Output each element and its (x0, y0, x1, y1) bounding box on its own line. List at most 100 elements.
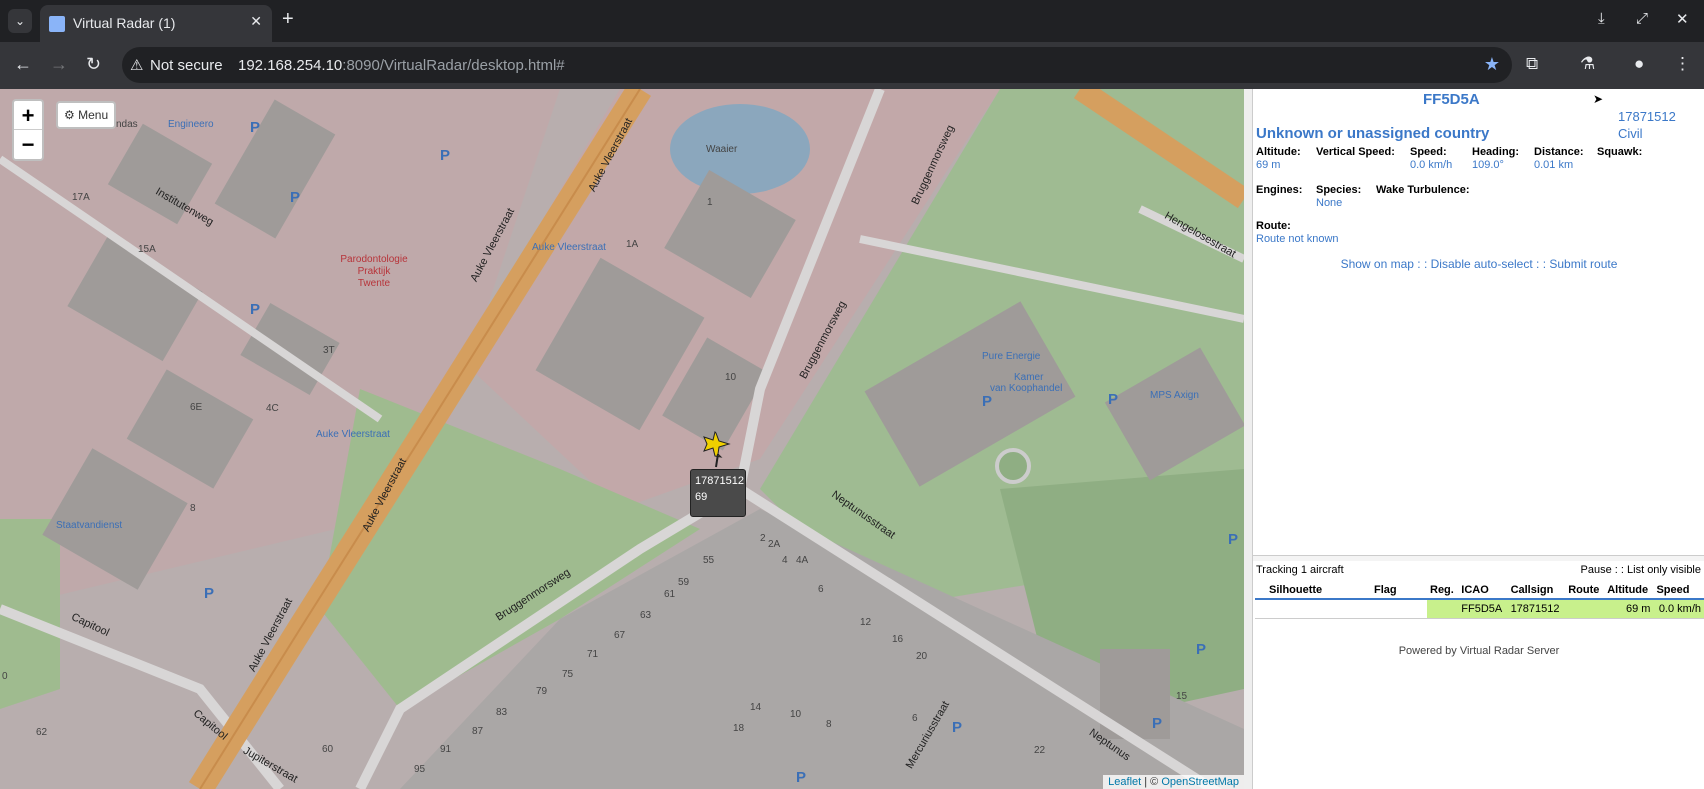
house-number: 16 (892, 634, 904, 645)
panel-splitter[interactable] (1244, 89, 1252, 789)
field-label: Speed: (1410, 146, 1447, 158)
not-secure-label[interactable]: Not secure (150, 57, 223, 74)
page: + − ⚙ Menu Engineero ndas Waaier Institu… (0, 89, 1704, 789)
link-separator: : : (1413, 257, 1431, 271)
osm-link[interactable]: OpenStreetMap (1161, 776, 1239, 788)
warning-icon: ⚠ (130, 57, 144, 74)
aircraft-list: Silhouette Flag Reg. ICAO Callsign Route… (1255, 582, 1704, 619)
back-icon[interactable]: ← (14, 54, 32, 75)
new-tab-button[interactable]: + (282, 8, 294, 31)
house-number: 18 (733, 723, 745, 734)
field-engines: Engines: (1256, 184, 1302, 196)
more-menu-icon[interactable]: ⋮ (1674, 54, 1691, 74)
table-row[interactable]: FF5D5A 17871512 69 m 0.0 km/h (1255, 599, 1704, 619)
download-icon[interactable]: ⤓ (1598, 10, 1605, 27)
profile-icon[interactable]: ● (1634, 54, 1644, 74)
reload-icon[interactable]: ↻ (86, 54, 101, 75)
tab-search-chevron-icon[interactable]: ⌄ (8, 9, 32, 33)
parking-icon: P (1108, 391, 1119, 408)
field-heading: Heading: 109.0° (1472, 146, 1519, 171)
col-route[interactable]: Route (1565, 582, 1605, 600)
show-on-map-link[interactable]: Show on map (1341, 257, 1414, 271)
field-wake-turbulence: Wake Turbulence: (1376, 184, 1470, 196)
map-label: Pure Energie (982, 351, 1041, 362)
cell-flag (1371, 599, 1427, 619)
field-squawk: Squawk: (1597, 146, 1642, 158)
col-flag[interactable]: Flag (1371, 582, 1427, 600)
leaflet-link[interactable]: Leaflet (1108, 776, 1141, 788)
zoom-out-button[interactable]: − (14, 130, 42, 159)
tab-close-icon[interactable]: ✕ (250, 13, 262, 30)
house-number: 2 (760, 533, 766, 544)
window-close-icon[interactable]: ✕ (1676, 10, 1689, 28)
map-label: Kamer (1014, 372, 1044, 383)
tab-title: Virtual Radar (1) (73, 15, 176, 31)
field-value: 109.0° (1472, 159, 1504, 171)
disable-auto-select-link[interactable]: Disable auto-select (1431, 257, 1533, 271)
field-species: Species: None (1316, 184, 1361, 209)
field-label: Distance: (1534, 146, 1584, 158)
house-number: 62 (36, 727, 48, 738)
field-label: Species: (1316, 184, 1362, 196)
col-icao[interactable]: ICAO (1458, 582, 1508, 600)
field-value: Route not known (1256, 233, 1339, 245)
address-bar[interactable]: ⚠ Not secure 192.168.254.10:8090/Virtual… (122, 47, 1512, 83)
cell-altitude: 69 m (1604, 599, 1654, 619)
labs-flask-icon[interactable]: ⚗ (1580, 54, 1595, 74)
menu-button[interactable]: ⚙ Menu (56, 101, 116, 129)
tab-virtual-radar[interactable]: Virtual Radar (1) ✕ (40, 5, 272, 42)
house-number: 67 (614, 630, 626, 641)
map-label: MPS Axign (1150, 390, 1199, 401)
house-number: 8 (826, 719, 832, 730)
col-reg[interactable]: Reg. (1427, 582, 1459, 600)
house-number: 4 (782, 555, 788, 566)
detail-registration: 17871512 (1618, 109, 1676, 124)
house-number: 6E (190, 402, 203, 413)
zoom-control: + − (12, 99, 44, 161)
aircraft-label-reg: 17871512 (695, 475, 744, 487)
house-number: 2A (768, 539, 781, 550)
poi-line: Praktijk (357, 266, 391, 277)
browser-toolbar: ← → ↻ ⚠ Not secure 192.168.254.10:8090/V… (0, 42, 1704, 89)
url-text[interactable]: 192.168.254.10:8090/VirtualRadar/desktop… (238, 57, 565, 74)
parking-icon: P (290, 189, 301, 206)
house-number: 1 (707, 197, 713, 208)
col-speed[interactable]: Speed (1653, 582, 1704, 600)
field-value: None (1316, 197, 1343, 209)
submit-route-link[interactable]: Submit route (1549, 257, 1617, 271)
map[interactable]: + − ⚙ Menu Engineero ndas Waaier Institu… (0, 89, 1244, 789)
house-number: 4A (796, 555, 809, 566)
field-value: 69 m (1256, 159, 1281, 171)
bookmark-star-icon[interactable]: ★ (1484, 54, 1500, 75)
parking-icon: P (1196, 641, 1207, 658)
col-silhouette[interactable]: Silhouette (1255, 582, 1371, 600)
poi-line: Parodontologie (340, 254, 408, 265)
aircraft-label[interactable]: 17871512 69 (690, 469, 746, 517)
map-label: Auke Vleerstraat (532, 242, 606, 253)
house-number: 6 (912, 713, 918, 724)
zoom-in-button[interactable]: + (14, 101, 42, 130)
field-label: Vertical Speed: (1316, 146, 1395, 158)
forward-icon[interactable]: → (50, 54, 68, 75)
list-splitter[interactable] (1253, 555, 1704, 561)
house-number: 87 (472, 726, 484, 737)
list-options[interactable]: Pause : : List only visible (1581, 564, 1701, 576)
field-label: Route: (1256, 220, 1291, 232)
cell-reg (1427, 599, 1459, 619)
col-callsign[interactable]: Callsign (1507, 582, 1566, 600)
map-label: van Koophandel (990, 383, 1063, 394)
favicon-icon (49, 16, 65, 32)
map-label: Staatvandienst (56, 520, 123, 531)
field-speed: Speed: 0.0 km/h (1410, 146, 1452, 171)
parking-icon: P (796, 769, 807, 786)
field-value: 0.01 km (1534, 159, 1574, 171)
parking-icon: P (204, 585, 215, 602)
parking-icon: P (250, 301, 261, 318)
house-number: 91 (440, 744, 452, 755)
house-number: 15 (1176, 691, 1188, 702)
fullscreen-icon[interactable]: ⤢ (1636, 10, 1648, 27)
col-altitude[interactable]: Altitude (1604, 582, 1654, 600)
field-label: Wake Turbulence: (1376, 184, 1470, 196)
detail-icao: FF5D5A (1423, 91, 1480, 108)
extensions-icon[interactable]: ⧉ (1526, 54, 1538, 74)
